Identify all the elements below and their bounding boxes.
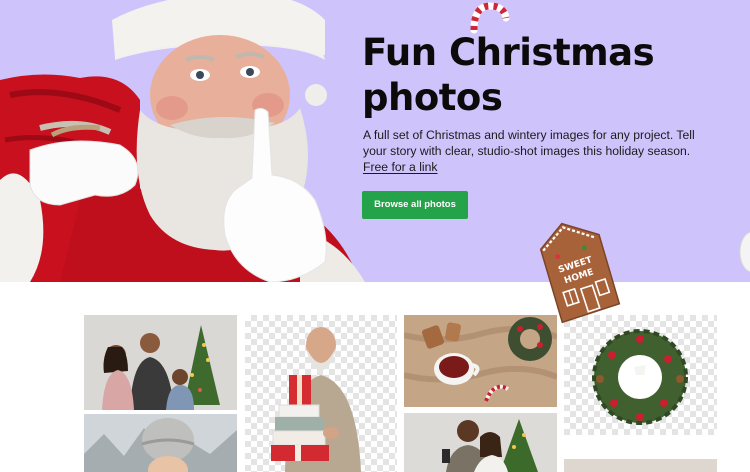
santa-photo <box>0 0 365 282</box>
free-link[interactable]: Free for a link <box>363 160 438 174</box>
title-line-1: Fun Christmas <box>362 31 655 74</box>
browse-all-photos-button[interactable]: Browse all photos <box>362 191 468 219</box>
winter-woman-photo <box>84 414 237 472</box>
gallery-tile-winter-woman[interactable] <box>84 414 237 472</box>
page-title: Fun Christmas photos <box>362 30 702 120</box>
gift-man-photo <box>271 327 361 472</box>
gingerbread-house-cookie-icon: SWEET HOME <box>539 222 621 324</box>
wreath-photo <box>592 329 688 425</box>
gallery-tile-family[interactable] <box>84 315 237 410</box>
title-line-2: photos <box>362 76 503 119</box>
description-text: A full set of Christmas and wintery imag… <box>363 128 695 158</box>
couple-photo <box>404 413 557 472</box>
gallery-tile-partial[interactable] <box>564 459 717 472</box>
photo-gallery <box>0 282 750 472</box>
gallery-tile-wreath[interactable] <box>564 315 717 435</box>
gallery-tile-couple[interactable] <box>404 413 557 472</box>
hero-description: A full set of Christmas and wintery imag… <box>363 127 703 175</box>
hero-section: Fun Christmas photos A full set of Chris… <box>0 0 750 282</box>
ornament-icon <box>739 231 750 273</box>
gallery-tile-gifts[interactable] <box>245 315 397 472</box>
family-photo <box>84 315 237 410</box>
